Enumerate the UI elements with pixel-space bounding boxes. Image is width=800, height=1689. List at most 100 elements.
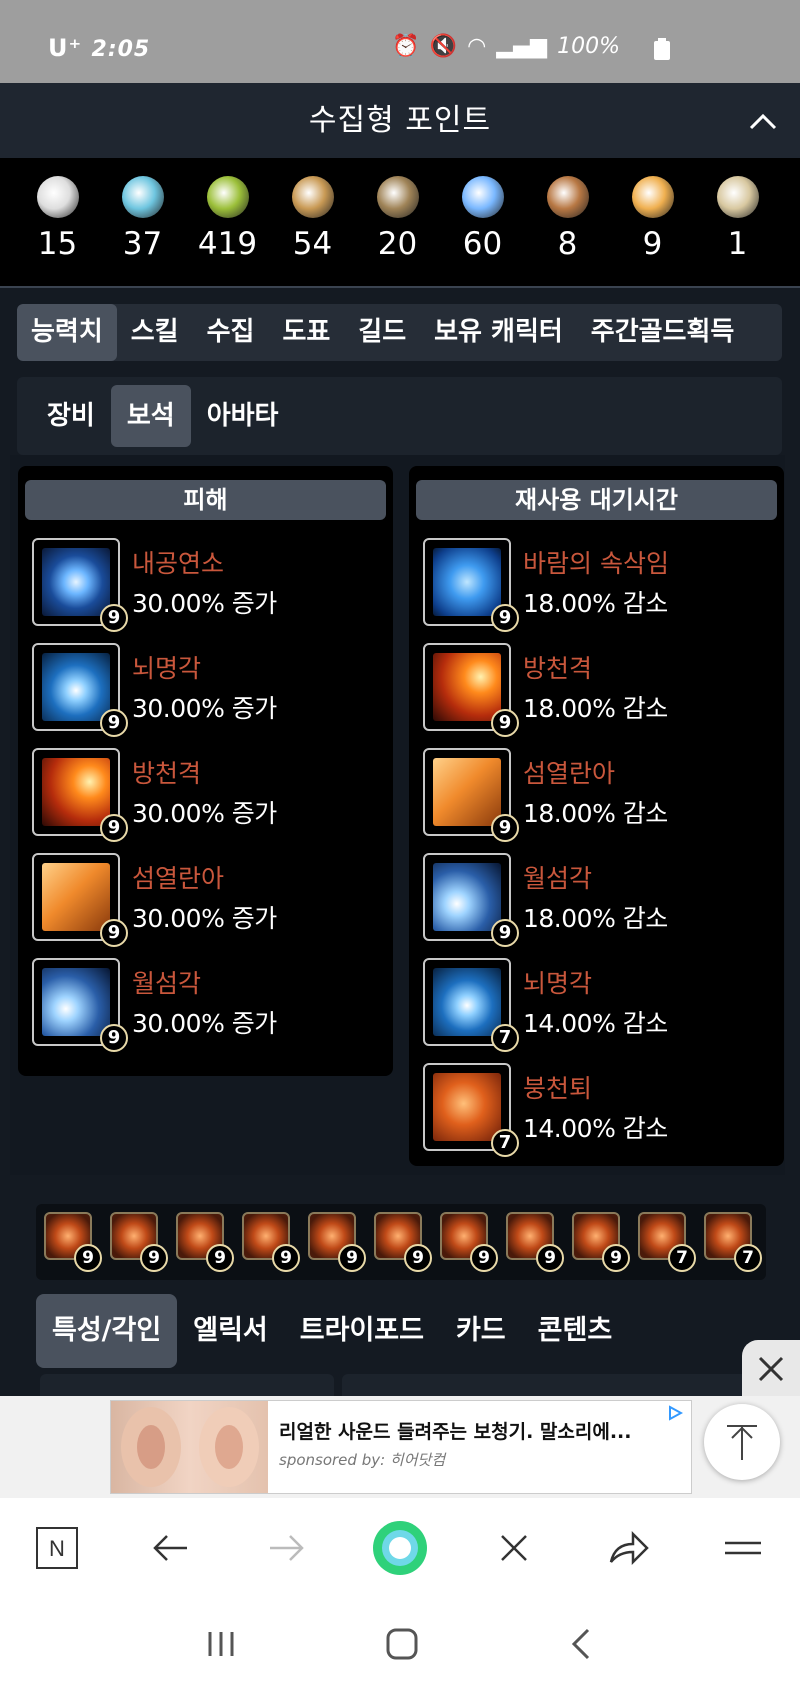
gem-item[interactable]: 9 바람의 속삭임 18.00% 감소	[423, 538, 784, 643]
collection-point: 9	[610, 158, 695, 286]
gem-thumb[interactable]: 9	[44, 1212, 102, 1272]
skill-art	[433, 863, 501, 931]
tab-collection[interactable]: 수집	[193, 304, 269, 361]
gem-thumb[interactable]: 7	[704, 1212, 762, 1272]
green-dot-button[interactable]	[370, 1518, 430, 1578]
naver-home-button[interactable]: N	[27, 1518, 87, 1578]
gem-skill-name: 뇌명각	[132, 654, 202, 683]
subtab-equipment[interactable]: 장비	[31, 385, 111, 447]
recent-apps-icon[interactable]	[204, 1629, 238, 1659]
gem-item[interactable]: 9 방천격 30.00% 증가	[32, 748, 393, 853]
tab-characters[interactable]: 보유 캐릭터	[420, 304, 577, 361]
collection-point-count: 15	[37, 226, 78, 262]
adchoices-icon[interactable]	[667, 1405, 683, 1421]
back-nav-icon[interactable]	[566, 1627, 596, 1661]
collection-point: 54	[270, 158, 355, 286]
tab-content[interactable]: 콘텐츠	[522, 1294, 629, 1368]
tab-skills[interactable]: 스킬	[117, 304, 193, 361]
collection-point-count: 54	[292, 226, 333, 262]
gem-level-badge: 9	[100, 1024, 128, 1052]
collection-point-count: 37	[122, 226, 163, 262]
compass-star-icon	[631, 176, 674, 218]
gem-thumb[interactable]: 9	[308, 1212, 366, 1272]
subtab-avatar[interactable]: 아바타	[191, 385, 295, 447]
arrow-up-icon	[727, 1425, 757, 1460]
share-button[interactable]	[599, 1518, 659, 1578]
tab-chart[interactable]: 도표	[268, 304, 344, 361]
gem-thumb[interactable]: 9	[242, 1212, 300, 1272]
green-dot-icon	[372, 1521, 427, 1575]
gem-thumb[interactable]: 9	[176, 1212, 234, 1272]
main-tabs: 능력치 스킬 수집 도표 길드 보유 캐릭터 주간골드획득	[17, 304, 782, 361]
arrow-left-icon	[153, 1535, 188, 1561]
skill-art	[42, 653, 110, 721]
gem-item[interactable]: 9 방천격 18.00% 감소	[423, 643, 784, 748]
gem-item[interactable]: 9 내공연소 30.00% 증가	[32, 538, 393, 643]
gem-skill-name: 바람의 속삭임	[523, 549, 669, 578]
tab-guild[interactable]: 길드	[344, 304, 420, 361]
gem-item[interactable]: 9 월섬각 30.00% 증가	[32, 958, 393, 1063]
scroll-top-button[interactable]	[704, 1404, 780, 1480]
gem-thumb[interactable]: 9	[110, 1212, 168, 1272]
back-button[interactable]	[141, 1518, 201, 1578]
tab-elixir[interactable]: 엘릭서	[177, 1294, 284, 1368]
gem-thumb[interactable]: 7	[638, 1212, 696, 1272]
collection-point: 419	[185, 158, 270, 286]
close-tab-button[interactable]	[484, 1518, 544, 1578]
gem-item[interactable]: 9 섬열란아 18.00% 감소	[423, 748, 784, 853]
gem-item[interactable]: 7 붕천퇴 14.00% 감소	[423, 1063, 784, 1168]
page-title: 수집형 포인트	[308, 103, 492, 138]
close-ad-button[interactable]	[742, 1340, 800, 1398]
skill-art	[433, 968, 501, 1036]
collection-point: 37	[100, 158, 185, 286]
collection-point-count: 9	[642, 226, 663, 262]
tab-weekly-gold[interactable]: 주간골드획득	[577, 304, 749, 361]
home-icon[interactable]	[385, 1627, 419, 1661]
gem-level-badge: 7	[491, 1129, 519, 1157]
collection-point-count: 8	[557, 226, 578, 262]
gem-effect-value: 18.00% 감소	[523, 589, 668, 618]
tab-stats[interactable]: 능력치	[17, 304, 117, 361]
gem-level-badge: 9	[491, 709, 519, 737]
gem-effect-value: 30.00% 증가	[132, 1009, 277, 1038]
bottom-tabs: 특성/각인 엘릭서 트라이포드 카드 콘텐츠	[36, 1294, 776, 1368]
gem-skill-name: 월섬각	[523, 864, 593, 893]
cooldown-header: 재사용 대기시간	[416, 480, 777, 520]
gem-level-badge: 9	[491, 604, 519, 632]
gem-level-badge: 9	[100, 709, 128, 737]
gem-item[interactable]: 9 뇌명각 30.00% 증가	[32, 643, 393, 748]
chevron-up-icon[interactable]	[748, 107, 778, 137]
ad-box[interactable]: 리얼한 사운드 들려주는 보청기. 말소리에... sponsored by: …	[110, 1400, 692, 1494]
gem-effect-value: 18.00% 감소	[523, 694, 668, 723]
damage-header: 피해	[25, 480, 386, 520]
skill-art	[42, 548, 110, 616]
gem-item[interactable]: 7 뇌명각 14.00% 감소	[423, 958, 784, 1063]
carrier-label: U⁺ 2:05	[48, 34, 151, 62]
tab-traits-engravings[interactable]: 특성/각인	[36, 1294, 178, 1368]
skill-art	[433, 1073, 501, 1141]
gem-thumb[interactable]: 9	[572, 1212, 630, 1272]
gem-level-badge: 9	[491, 919, 519, 947]
gem-thumb[interactable]: 9	[506, 1212, 564, 1272]
collection-point: 15	[15, 158, 100, 286]
gem-item[interactable]: 9 월섬각 18.00% 감소	[423, 853, 784, 958]
gem-effect-value: 30.00% 증가	[132, 799, 277, 828]
sub-tabs: 장비 보석 아바타	[17, 377, 782, 455]
subtab-gems[interactable]: 보석	[110, 385, 191, 447]
menu-button[interactable]	[713, 1518, 773, 1578]
tab-tripod[interactable]: 트라이포드	[284, 1294, 440, 1368]
forward-button[interactable]	[256, 1518, 316, 1578]
gem-effect-value: 30.00% 증가	[132, 694, 277, 723]
gem-thumb[interactable]: 9	[374, 1212, 432, 1272]
gem-effect-value: 14.00% 감소	[523, 1009, 668, 1038]
gem-thumb[interactable]: 9	[440, 1212, 498, 1272]
gem-item[interactable]: 9 섬열란아 30.00% 증가	[32, 853, 393, 958]
collection-point: 20	[355, 158, 440, 286]
tab-card[interactable]: 카드	[440, 1294, 522, 1368]
battery-percent: 100%	[557, 34, 620, 59]
status-bar: U⁺ 2:05 ⏰ 🔇 ◠ ▂▄▆ 100%	[0, 0, 800, 83]
cooldown-gems-column: 재사용 대기시간 9 바람의 속삭임 18.00% 감소 9 방천격 18.00% 감소 9…	[409, 466, 784, 1166]
section-header[interactable]: 수집형 포인트	[0, 83, 800, 158]
skill-art	[42, 758, 110, 826]
gem-level-badge: 7	[491, 1024, 519, 1052]
